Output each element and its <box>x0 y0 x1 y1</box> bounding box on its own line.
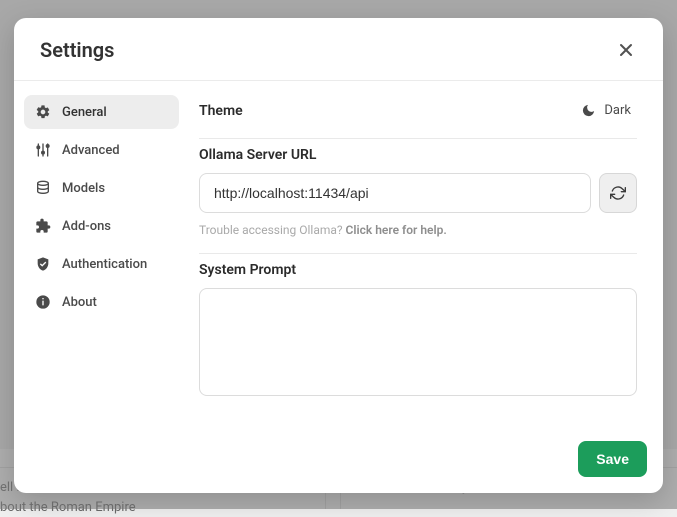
sidebar-item-label: Advanced <box>62 143 120 158</box>
close-button[interactable] <box>615 39 637 61</box>
modal-header: Settings <box>14 18 663 81</box>
sidebar-item-general[interactable]: General <box>24 95 179 129</box>
theme-label: Theme <box>199 103 243 119</box>
info-icon <box>34 293 52 311</box>
sidebar-item-advanced[interactable]: Advanced <box>24 133 179 167</box>
sidebar-item-authentication[interactable]: Authentication <box>24 247 179 281</box>
sidebar-item-addons[interactable]: Add-ons <box>24 209 179 243</box>
sidebar-item-models[interactable]: Models <box>24 171 179 205</box>
help-prefix: Trouble accessing Ollama? <box>199 223 346 237</box>
server-url-section: Ollama Server URL Trouble accessing Olla… <box>199 138 637 253</box>
settings-content: Theme Dark Ollama Server URL Tr <box>189 81 663 431</box>
sidebar-item-label: Add-ons <box>62 219 111 234</box>
theme-toggle[interactable]: Dark <box>575 99 637 122</box>
sidebar-item-label: Authentication <box>62 257 147 272</box>
moon-icon <box>581 103 596 118</box>
server-url-input[interactable] <box>199 173 591 213</box>
help-link[interactable]: Click here for help. <box>346 223 447 237</box>
server-url-label: Ollama Server URL <box>199 147 637 163</box>
system-prompt-input[interactable] <box>199 288 637 396</box>
modal-body: General Advanced Models Add-ons <box>14 81 663 431</box>
shield-icon <box>34 255 52 273</box>
theme-value: Dark <box>604 103 631 118</box>
close-icon <box>618 42 634 58</box>
server-url-row <box>199 173 637 213</box>
help-text: Trouble accessing Ollama? Click here for… <box>199 223 637 237</box>
sidebar-item-about[interactable]: About <box>24 285 179 319</box>
save-button[interactable]: Save <box>578 441 647 477</box>
modal-title: Settings <box>40 38 114 62</box>
puzzle-icon <box>34 217 52 235</box>
theme-row: Theme Dark <box>199 99 637 138</box>
system-prompt-label: System Prompt <box>199 262 637 278</box>
refresh-icon <box>610 185 626 201</box>
gear-icon <box>34 103 52 121</box>
database-icon <box>34 179 52 197</box>
system-prompt-section: System Prompt <box>199 253 637 416</box>
settings-modal: Settings General Advanced <box>14 18 663 493</box>
settings-sidebar: General Advanced Models Add-ons <box>14 81 189 431</box>
sidebar-item-label: General <box>62 105 107 120</box>
refresh-button[interactable] <box>599 173 637 213</box>
sidebar-item-label: Models <box>62 181 105 196</box>
sliders-icon <box>34 141 52 159</box>
modal-footer: Save <box>14 431 663 493</box>
sidebar-item-label: About <box>62 295 97 310</box>
